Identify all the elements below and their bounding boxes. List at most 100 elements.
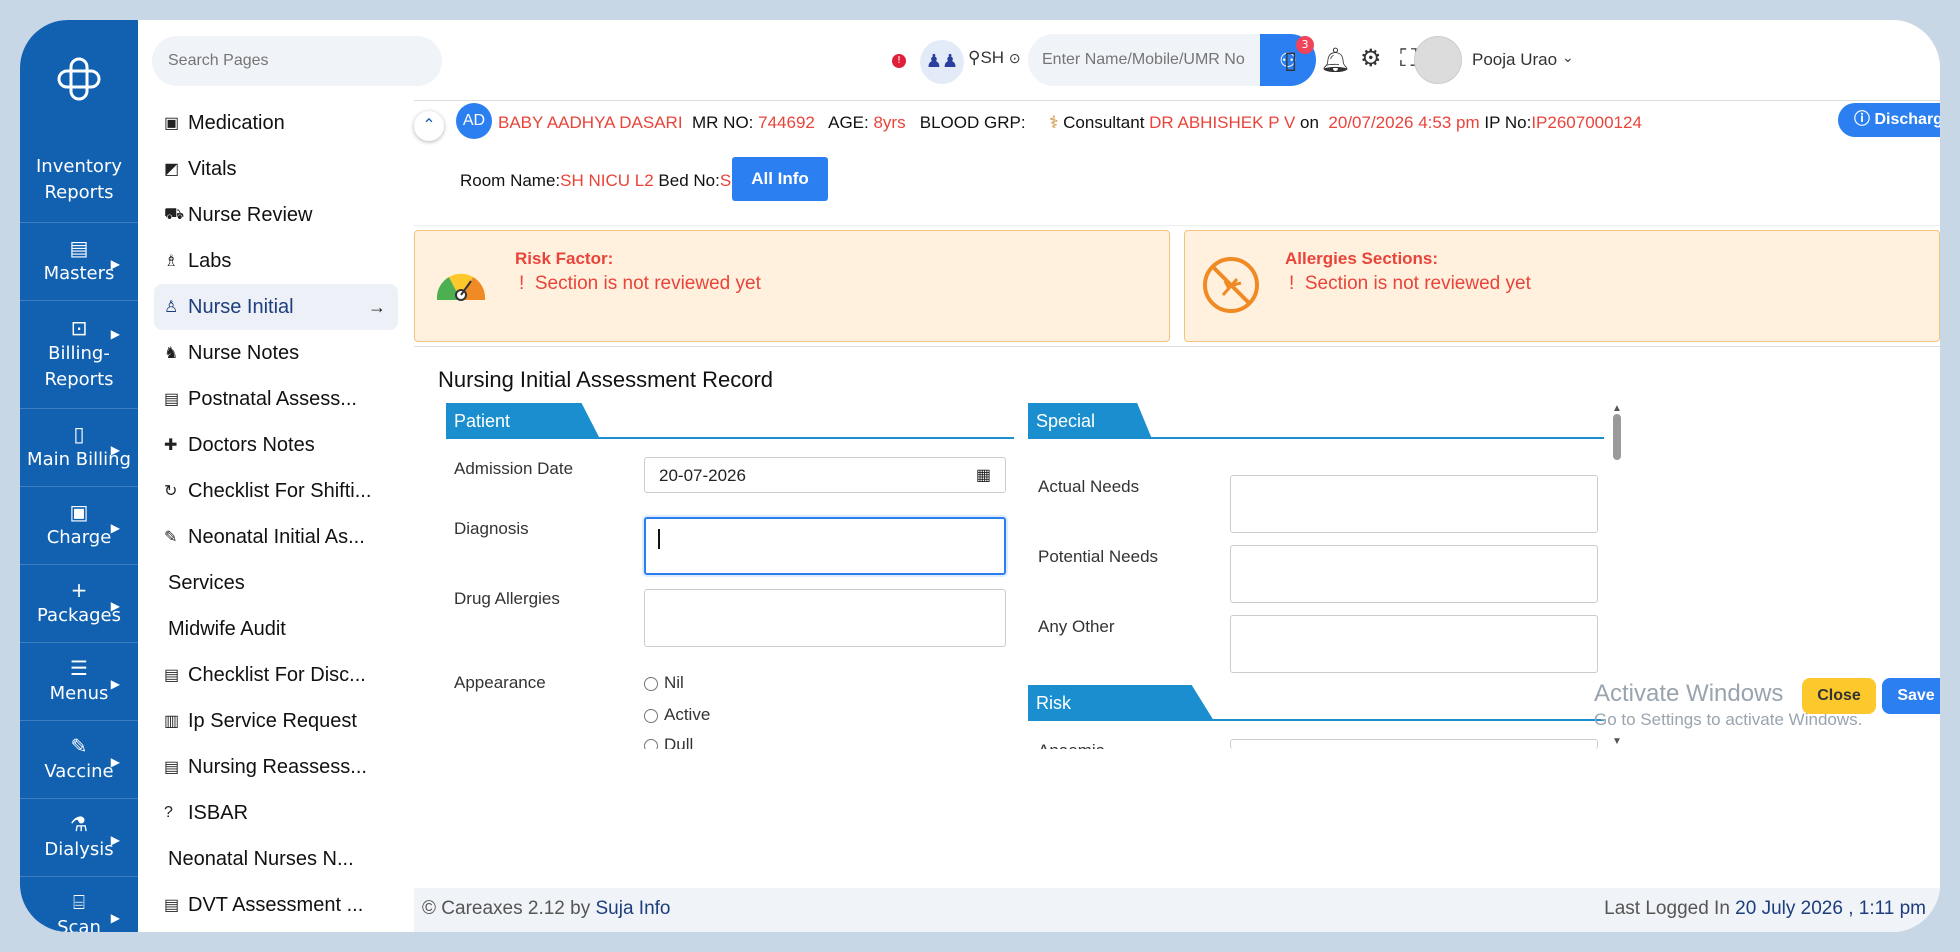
potential-needs-textarea[interactable] <box>1230 545 1598 603</box>
nav-vaccine[interactable]: ✎ Vaccine ▶ <box>20 720 138 798</box>
section-divider <box>446 437 1014 439</box>
drug-allergies-textarea[interactable] <box>644 589 1006 647</box>
menu-list-icon: ☰ <box>70 655 88 680</box>
caret-right-icon: ▶ <box>110 599 120 613</box>
nav-label: Packages <box>37 604 121 626</box>
nav-main-billing[interactable]: ▯ Main Billing ▶ <box>20 408 138 486</box>
nav-dialysis[interactable]: ⚗ Dialysis ▶ <box>20 798 138 876</box>
bed-label: Bed No: <box>658 171 720 190</box>
save-button[interactable]: Save <box>1882 678 1940 714</box>
text-cursor <box>658 529 660 549</box>
exclamation-icon: ! <box>1289 273 1295 294</box>
calendar-icon[interactable]: ▦ <box>976 465 991 485</box>
chevron-down-icon[interactable]: ⌄ <box>1562 50 1574 66</box>
avatar[interactable] <box>1414 36 1462 84</box>
app-logo <box>20 20 138 138</box>
sidebar-item-checklist-discharge[interactable]: ▤ Checklist For Disc... <box>138 652 414 698</box>
appearance-option-dull[interactable]: Dull <box>644 735 693 749</box>
scrollbar-thumb[interactable] <box>1613 414 1621 460</box>
sidebar-item-neonatal-initial[interactable]: ✎ Neonatal Initial As... <box>138 514 414 560</box>
discharge-button[interactable]: ⓘ Discharge <box>1838 103 1940 137</box>
sidebar-item-dvt-assessment[interactable]: ▤ DVT Assessment ... <box>138 882 414 928</box>
consultant-label: Consultant <box>1063 113 1145 132</box>
document-icon[interactable]: ▯ <box>1284 46 1297 74</box>
nav-charge[interactable]: ▣ Charge ▶ <box>20 486 138 564</box>
clipboard-icon: ▤ <box>164 391 180 408</box>
sidebar-item-checklist-shifting[interactable]: ↻ Checklist For Shifti... <box>138 468 414 514</box>
appearance-option-active[interactable]: Active <box>644 705 710 725</box>
search-pages-input[interactable] <box>152 36 442 86</box>
nav-billing-reports[interactable]: ⊡ Billing-Reports ▶ <box>20 300 138 408</box>
sidebar-item-label: Neonatal Initial As... <box>188 525 365 548</box>
info-icon: ⓘ <box>1854 111 1871 128</box>
discharge-label: Discharge <box>1874 111 1940 128</box>
sidebar-item-neonatal-nurses[interactable]: Neonatal Nurses N... <box>138 836 414 882</box>
appearance-option-nil[interactable]: Nil <box>644 673 684 693</box>
scroll-up-icon[interactable]: ▲ <box>1610 403 1624 414</box>
sidebar-item-label: Nurse Notes <box>188 341 300 364</box>
any-other-label: Any Other <box>1038 617 1115 636</box>
allergies-card: Allergies Sections: ! Section is not rev… <box>1184 230 1940 342</box>
collapse-button[interactable]: ⌃ <box>414 111 444 141</box>
sidebar-item-nurse-notes[interactable]: ♞ Nurse Notes <box>138 330 414 376</box>
sidebar-item-midwife-audit[interactable]: Midwife Audit <box>138 606 414 652</box>
diagnosis-textarea[interactable] <box>644 517 1006 575</box>
nav-scan[interactable]: ⌸ Scan ▶ <box>20 876 138 932</box>
flask-icon: ♗ <box>164 253 179 270</box>
company-link[interactable]: Suja Info <box>595 898 670 919</box>
sidebar-item-isbar[interactable]: ? ISBAR <box>138 790 414 836</box>
sidebar-item-nurse-initial[interactable]: ♙ Nurse Initial → <box>154 284 398 330</box>
nav-inventory-reports[interactable]: Inventory Reports <box>20 138 138 222</box>
sidebar-item-vitals[interactable]: ◩ Vitals <box>138 146 414 192</box>
actual-needs-textarea[interactable] <box>1230 475 1598 533</box>
risk-factor-card: Risk Factor: ! Section is not reviewed y… <box>414 230 1170 342</box>
logo-icon <box>57 57 101 101</box>
sidebar-item-services[interactable]: Services <box>138 560 414 606</box>
sidebar-item-label: Postnatal Assess... <box>188 387 357 410</box>
people-icon[interactable]: ♟♟ <box>920 40 964 84</box>
risk-factor-title: Risk Factor: <box>515 249 614 268</box>
form-title: Nursing Initial Assessment Record <box>438 367 774 392</box>
admission-date-input[interactable]: 20-07-2026 ▦ <box>644 457 1006 493</box>
allergies-message: ! Section is not reviewed yet <box>1289 273 1531 295</box>
section-divider <box>1028 437 1604 439</box>
caret-right-icon: ▶ <box>110 327 120 341</box>
blood-group-label: BLOOD GRP: <box>919 113 1026 132</box>
radio-label: Nil <box>664 673 684 692</box>
on-label: on <box>1300 113 1319 132</box>
radio-icon[interactable] <box>644 676 658 691</box>
scroll-down-icon[interactable]: ▼ <box>1610 736 1624 747</box>
nav-masters[interactable]: ▤ Masters ▶ <box>20 222 138 300</box>
nav-menus[interactable]: ☰ Menus ▶ <box>20 642 138 720</box>
patient-name: BABY AADHYA DASARI <box>498 113 683 132</box>
patient-search-input[interactable] <box>1028 34 1260 86</box>
special-needs-section: Special Needs <box>1028 403 1152 439</box>
app-window: Inventory Reports ▤ Masters ▶ ⊡ Billing-… <box>20 20 1940 932</box>
sidebar-item-nurse-review[interactable]: ⛟ Nurse Review <box>138 192 414 238</box>
close-button[interactable]: Close <box>1802 678 1876 714</box>
footer-last-login: Last Logged In 20 July 2026 , 1:11 pm <box>1604 898 1926 920</box>
radio-icon[interactable] <box>644 738 658 749</box>
all-info-button[interactable]: All Info <box>732 157 828 201</box>
sidebar-item-medication[interactable]: ▣ Medication <box>138 100 414 146</box>
allergies-msg: Section is not reviewed yet <box>1304 273 1531 294</box>
clipboard-list-icon: ▥ <box>164 713 180 730</box>
alert-dot-icon[interactable]: ! <box>892 54 906 68</box>
clipboard-icon: ▤ <box>164 759 180 776</box>
location-selector[interactable]: ⚲SH ⊙ <box>968 48 1021 68</box>
sidebar-item-label: Nurse Review <box>188 203 313 226</box>
user-name[interactable]: Pooja Urao <box>1472 50 1557 70</box>
radio-icon[interactable] <box>644 708 658 723</box>
room-label: Room Name: <box>460 171 561 190</box>
any-other-textarea[interactable] <box>1230 615 1598 673</box>
settings-users-icon[interactable]: ⚙ <box>1360 44 1382 72</box>
sidebar-item-ip-service-request[interactable]: ▥ Ip Service Request <box>138 698 414 744</box>
sidebar-item-labs[interactable]: ♗ Labs <box>138 238 414 284</box>
syringe-icon: ✎ <box>70 733 88 758</box>
sidebar-item-postnatal[interactable]: ▤ Postnatal Assess... <box>138 376 414 422</box>
anaemia-textarea[interactable] <box>1230 739 1598 749</box>
sidebar-item-doctors-notes[interactable]: ✚ Doctors Notes <box>138 422 414 468</box>
bell-icon[interactable]: 🔔︎ <box>1320 46 1350 74</box>
sidebar-item-nursing-reassess[interactable]: ▤ Nursing Reassess... <box>138 744 414 790</box>
nav-packages[interactable]: + Packages ▶ <box>20 564 138 642</box>
